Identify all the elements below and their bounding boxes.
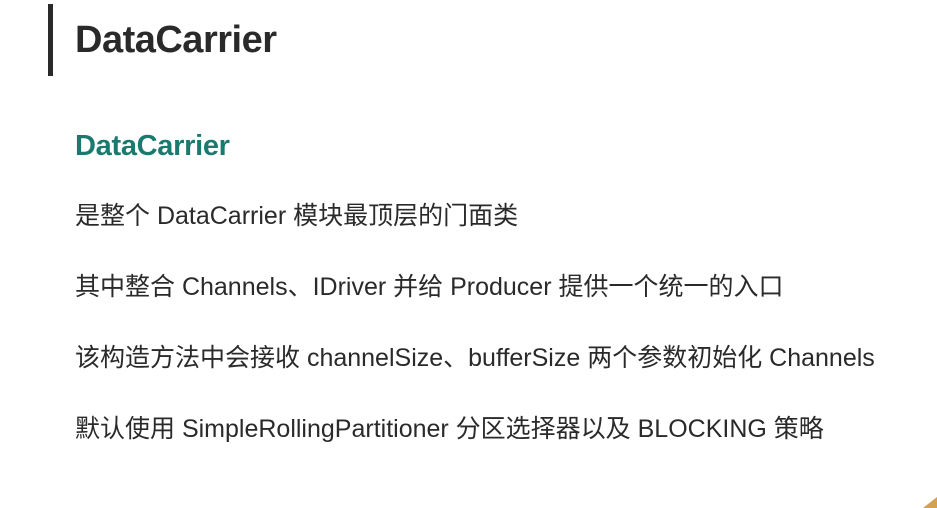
paragraph: 默认使用 SimpleRollingPartitioner 分区选择器以及 BL… [75,412,897,447]
paragraph: 是整个 DataCarrier 模块最顶层的门面类 [75,199,897,234]
paragraph: 其中整合 Channels、IDriver 并给 Producer 提供一个统一… [75,270,897,305]
page-title: DataCarrier [75,19,277,62]
corner-decoration [923,497,937,508]
content-area: DataCarrier 是整个 DataCarrier 模块最顶层的门面类 其中… [0,76,937,447]
page-title-container: DataCarrier [0,0,937,76]
paragraph: 该构造方法中会接收 channelSize、bufferSize 两个参数初始化… [75,341,897,376]
section-subtitle: DataCarrier [75,130,897,163]
title-accent-bar [48,4,53,76]
